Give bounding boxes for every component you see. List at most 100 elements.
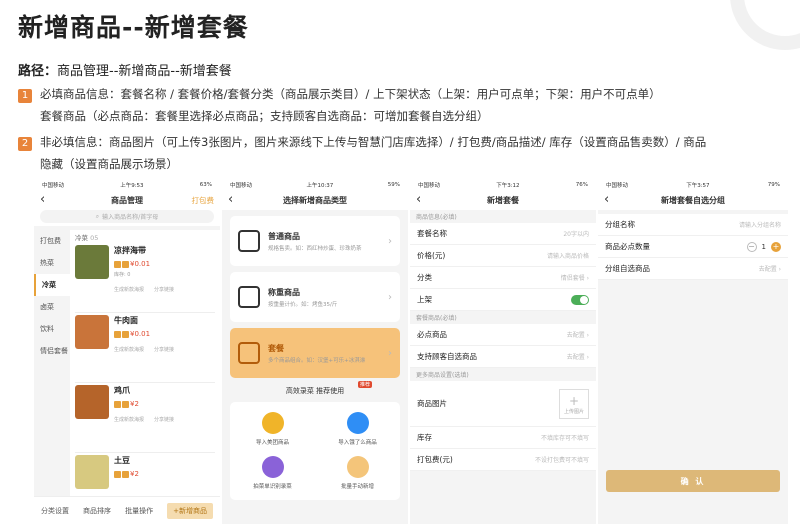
- product-price: ¥2: [114, 470, 139, 478]
- sidebar-item[interactable]: 热菜: [34, 252, 70, 274]
- bottom-toolbar: 分类设置 商品排序 批量操作 +新增商品: [34, 496, 220, 524]
- form-row[interactable]: 上架: [410, 289, 596, 311]
- confirm-button[interactable]: 确 认: [606, 470, 780, 492]
- category-sidebar: 打包费 热菜 冷菜 卤菜 饮料 情侣套餐: [34, 230, 70, 516]
- toolbar-button[interactable]: +新增商品: [167, 502, 213, 519]
- back-icon[interactable]: ‹: [40, 190, 45, 210]
- poster-link[interactable]: 生成新款海报: [114, 416, 144, 423]
- poster-link[interactable]: 生成新款海报: [114, 346, 144, 353]
- form-row[interactable]: 价格(元) 请输入商品价格: [410, 245, 596, 267]
- product-name: 土豆: [114, 456, 130, 465]
- form-row[interactable]: 必点商品 去配置 ›: [410, 324, 596, 346]
- toolbar-button[interactable]: 商品排序: [83, 506, 111, 516]
- upload-image-button[interactable]: + 上传图片: [559, 388, 589, 419]
- card-title: 套餐: [268, 343, 284, 353]
- search-icon: ⌕: [95, 212, 100, 220]
- phone-select-product-type: 中国移动 上午10:37 59% ‹ 选择新增商品类型 普通商品 规格售卖。如：西红柿…: [222, 180, 408, 524]
- chevron-right-icon: ›: [388, 291, 392, 303]
- sidebar-item[interactable]: 卤菜: [34, 296, 70, 318]
- share-link[interactable]: 分享链接: [154, 286, 174, 293]
- tag-icon: [114, 400, 121, 408]
- packing-fee-link[interactable]: 打包费: [192, 195, 215, 206]
- toolbar-button[interactable]: 分类设置: [41, 506, 69, 516]
- tag-icon: [122, 330, 129, 338]
- status-bar: 中国移动 下午3:12 76%: [410, 180, 596, 190]
- search-input[interactable]: ⌕ 输入商品名称/首字母: [40, 210, 214, 223]
- group-items-row[interactable]: 分组自选商品 去配置 ›: [598, 258, 788, 280]
- back-icon[interactable]: ‹: [416, 190, 421, 210]
- row-value: 不填库存可不填写: [540, 435, 589, 442]
- entry-icon: [346, 412, 369, 434]
- sidebar-item[interactable]: 冷菜: [34, 274, 70, 296]
- sidebar-item[interactable]: 打包费: [34, 230, 70, 252]
- note-2-line-1: 2 非必填信息：商品图片（可上传3张图片，图片来源线下上传与智慧门店库选择）/ 打…: [18, 132, 706, 152]
- item-actions: 生成新款海报 分享链接: [114, 346, 174, 353]
- note-1-line-1: 1 必填商品信息：套餐名称 / 套餐价格/套餐分类（商品展示类目）/ 上下架状态（…: [18, 84, 661, 104]
- product-price: ¥0.01: [114, 330, 174, 338]
- chevron-right-icon: ›: [388, 235, 392, 247]
- product-image: [75, 385, 109, 419]
- minus-icon[interactable]: −: [746, 241, 757, 252]
- tag-icon: [114, 260, 121, 268]
- row-value: 20字以内: [563, 231, 589, 238]
- card-title: 称重商品: [268, 287, 300, 297]
- back-icon[interactable]: ‹: [604, 190, 609, 210]
- row-label: 支持顾客自选商品: [417, 352, 477, 361]
- product-type-card[interactable]: 称重商品按重量计价。如：烤鱼35/斤 ›: [230, 272, 400, 322]
- scale-icon: [238, 286, 260, 308]
- share-link[interactable]: 分享链接: [154, 416, 174, 423]
- breadcrumb-path: 路径：商品管理--新增商品--新增套餐: [18, 64, 232, 79]
- sidebar-item[interactable]: 饮料: [34, 318, 70, 340]
- nav-title: 选择新增商品类型: [283, 195, 347, 205]
- entry-label: 批量手动新增: [340, 484, 374, 490]
- product-type-card[interactable]: 套餐 多个商品组合。如：汉堡+可乐+冰淇淋 ›: [230, 328, 400, 378]
- quick-entry[interactable]: 批量手动新增: [315, 456, 400, 490]
- nav-title: 新增套餐自选分组: [661, 195, 725, 205]
- combo-icon: [238, 342, 260, 364]
- list-item[interactable]: 鸡爪 ¥2 生成新款海报 分享链接: [75, 383, 215, 453]
- note-2-line-2: 隐藏（设置商品展示场景）: [40, 157, 178, 171]
- product-image: [75, 315, 109, 349]
- form-row[interactable]: 支持顾客自选商品 去配置 ›: [410, 346, 596, 368]
- entry-label: 导入美团商品: [255, 440, 289, 446]
- item-actions: 生成新款海报 分享链接: [114, 286, 174, 293]
- section-optional: 更多商品设置(选填): [410, 368, 596, 381]
- section-combo-items: 套餐商品(必填): [410, 311, 596, 324]
- form-row[interactable]: 套餐名称 20字以内: [410, 223, 596, 245]
- quick-entry[interactable]: 导入美团商品: [230, 412, 315, 446]
- required-count-row: 商品必点数量 − 1 +: [598, 236, 788, 258]
- toolbar-button[interactable]: 批量操作: [125, 506, 153, 516]
- item-actions: 生成新款海报 分享链接: [114, 416, 174, 423]
- poster-link[interactable]: 生成新款海报: [114, 286, 144, 293]
- back-icon[interactable]: ‹: [228, 190, 233, 210]
- page-title: 新增商品--新增套餐: [18, 13, 249, 42]
- toggle-switch[interactable]: [571, 294, 589, 305]
- category-header: 冷菜 05: [75, 234, 99, 242]
- share-link[interactable]: 分享链接: [154, 346, 174, 353]
- quantity-stepper[interactable]: − 1 +: [746, 241, 781, 252]
- list-item[interactable]: 牛肉面 ¥0.01 生成新款海报 分享链接: [75, 313, 215, 383]
- form-row[interactable]: 库存 不填库存可不填写: [410, 427, 596, 449]
- row-label: 库存: [417, 433, 432, 442]
- form-row[interactable]: 打包费(元) 不设打包费可不填写: [410, 449, 596, 471]
- plus-icon[interactable]: +: [771, 241, 781, 252]
- tag-icon: [122, 260, 129, 268]
- decorative-ring: [730, 0, 800, 50]
- row-label: 必点商品: [417, 330, 447, 339]
- quick-entry[interactable]: 拍菜单识别录菜: [230, 456, 315, 490]
- quick-entry[interactable]: 导入饿了么商品: [315, 412, 400, 446]
- group-name-row[interactable]: 分组名称 请输入分组名称: [598, 214, 788, 236]
- product-name: 牛肉面: [114, 316, 138, 325]
- sidebar-item[interactable]: 情侣套餐: [34, 340, 70, 362]
- list-item[interactable]: 凉拌海带 ¥0.01 库存: 0 生成新款海报 分享链接: [75, 243, 215, 313]
- status-bar: 中国移动 上午10:37 59%: [222, 180, 408, 190]
- card-desc: 规格售卖。如：西红柿炒蛋、珍珠奶茶: [268, 245, 362, 252]
- form-row[interactable]: 分类 情侣套餐 ›: [410, 267, 596, 289]
- recommend-badge: 推荐: [357, 381, 372, 388]
- product-image: [75, 245, 109, 279]
- product-type-card[interactable]: 普通商品 规格售卖。如：西红柿炒蛋、珍珠奶茶 ›: [230, 216, 400, 266]
- plus-icon: +: [568, 393, 580, 408]
- phone-new-combo: 中国移动 下午3:12 76% ‹ 新增套餐 商品信息(必填) 套餐名称 20字以内价…: [410, 180, 596, 524]
- card-desc: 按重量计价。如：烤鱼35/斤: [268, 301, 338, 308]
- product-price: ¥0.01: [114, 260, 174, 268]
